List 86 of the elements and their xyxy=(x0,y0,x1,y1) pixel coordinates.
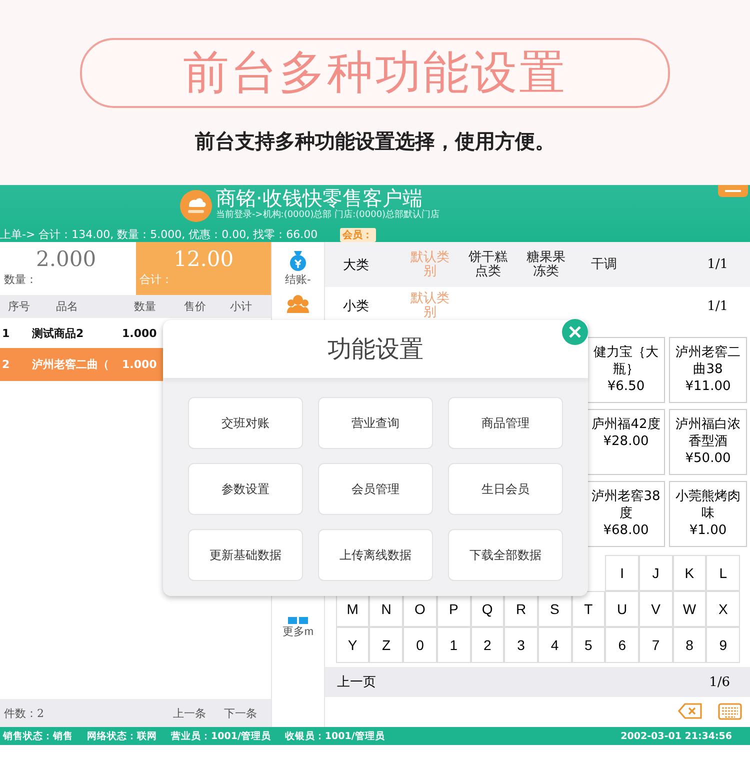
keyboard-key[interactable]: Y xyxy=(336,627,370,663)
next-link[interactable]: 下一条 xyxy=(224,706,257,720)
keyboard-key[interactable]: 6 xyxy=(605,627,639,663)
column-header: 数量 xyxy=(134,299,157,314)
app-title: 商铭·收钱快零售客户端 xyxy=(216,186,422,210)
page-indicator: 1/6 xyxy=(709,674,730,690)
last-order-summary: 上单-> 合计：134.00, 数量：5.000, 优惠：0.00, 找零：66.00 xyxy=(0,227,318,242)
minimize-icon xyxy=(725,190,741,192)
keyboard-icon xyxy=(718,702,742,720)
banner-subtitle: 前台支持多种功能设置选择，使用方便。 xyxy=(195,128,555,155)
function-button[interactable]: 生日会员 xyxy=(448,463,563,515)
keyboard-key[interactable]: T xyxy=(572,591,606,627)
category-item[interactable]: 饼干糕点类 xyxy=(459,250,517,278)
status-item: 收银员：1001/管理员 xyxy=(284,730,385,742)
keyboard-key[interactable]: Z xyxy=(369,627,404,663)
item-count: 件数：2 xyxy=(4,706,44,720)
total-value: 12.00 xyxy=(172,246,235,272)
backspace-icon xyxy=(678,703,702,719)
keyboard-key[interactable]: X xyxy=(706,591,740,627)
banner-title: 前台多种功能设置 xyxy=(183,44,567,101)
function-button[interactable]: 更新基础数据 xyxy=(188,529,303,581)
keyboard-key[interactable]: 1 xyxy=(436,627,470,663)
keyboard-key[interactable]: 3 xyxy=(504,627,538,663)
dialog-title: 功能设置 xyxy=(328,334,424,365)
login-info: 当前登录->机构:(0000)总部 门店:(0000)总部默认门店 xyxy=(216,210,440,221)
product-card[interactable]: 健力宝｛大瓶｝ ¥6.50 xyxy=(587,337,665,403)
column-header: 售价 xyxy=(184,299,207,314)
close-icon xyxy=(569,326,581,338)
more-button[interactable]: 更多m xyxy=(282,611,314,639)
keyboard-key[interactable]: U xyxy=(605,591,639,627)
page-indicator: 1/1 xyxy=(707,257,728,272)
keyboard-key[interactable]: 2 xyxy=(470,627,504,663)
status-item: 销售状态：销售 xyxy=(3,730,73,742)
category-item[interactable]: 糖果果冻类 xyxy=(517,250,575,278)
keyboard-key[interactable]: V xyxy=(638,591,673,627)
keyboard-key[interactable]: 8 xyxy=(672,627,706,663)
keyboard-key[interactable]: W xyxy=(672,591,706,627)
keyboard-key[interactable]: L xyxy=(706,555,740,591)
table-cell-text: 1.000 xyxy=(122,358,158,371)
keyboard-button[interactable] xyxy=(718,702,742,720)
keyboard-key[interactable]: 5 xyxy=(572,627,606,663)
checkout-button[interactable]: 结账- xyxy=(285,242,311,287)
quantity-value: 2.000 xyxy=(35,246,98,272)
product-card[interactable]: 庐州福42度 ¥28.00 xyxy=(587,409,665,475)
product-card[interactable]: 小莞熊烤肉味 ¥1.00 xyxy=(669,481,747,547)
table-cell-text: 1 xyxy=(2,326,11,340)
previous-page-link[interactable]: 上一页 xyxy=(337,673,376,691)
product-card[interactable]: 泸州老窖38度 ¥68.00 xyxy=(587,481,665,547)
product-card[interactable]: 泸州老窖二曲38 ¥11.00 xyxy=(669,337,747,403)
logo-icon xyxy=(180,190,212,222)
category-label: 小类 xyxy=(343,298,370,315)
function-button[interactable]: 参数设置 xyxy=(188,463,303,515)
category-item[interactable]: 干调 xyxy=(575,258,633,272)
category-label: 大类 xyxy=(343,256,370,274)
page-indicator: 1/1 xyxy=(707,298,728,314)
people-icon xyxy=(287,293,309,313)
function-button[interactable]: 上传离线数据 xyxy=(318,529,433,581)
previous-link[interactable]: 上一条 xyxy=(173,706,206,720)
keyboard-key[interactable]: 4 xyxy=(538,627,572,663)
status-item: 网络状态：联网 xyxy=(87,730,157,742)
keyboard-key[interactable]: 0 xyxy=(403,627,437,663)
quantity-label: 数量： xyxy=(4,272,38,287)
function-button[interactable]: 营业查询 xyxy=(318,397,433,449)
keyboard-key[interactable]: K xyxy=(672,555,706,591)
column-header: 小计 xyxy=(230,299,253,314)
keyboard-key[interactable]: 7 xyxy=(638,627,673,663)
keyboard-key[interactable]: I xyxy=(605,555,639,591)
keyboard-key[interactable]: J xyxy=(638,555,673,591)
column-header: 品名 xyxy=(56,299,79,314)
function-button[interactable]: 商品管理 xyxy=(448,397,563,449)
minimize-button[interactable] xyxy=(718,185,748,197)
status-time: 2002-03-01 21:34:56 xyxy=(620,730,732,742)
total-label: 合计： xyxy=(140,272,174,287)
table-cell-text: 2 xyxy=(2,358,11,371)
function-button[interactable]: 会员管理 xyxy=(318,463,433,515)
keyboard-key[interactable]: 9 xyxy=(706,627,740,663)
table-cell-text: 1.000 xyxy=(122,326,158,340)
windows-icon xyxy=(288,617,308,624)
status-item: 营业员：1001/管理员 xyxy=(171,730,271,742)
table-cell-text: 泸州老窖二曲（ xyxy=(32,357,110,372)
backspace-button[interactable] xyxy=(678,703,702,719)
table-cell-text: 测试商品2 xyxy=(32,326,85,340)
function-button[interactable]: 下载全部数据 xyxy=(448,529,563,581)
function-button[interactable]: 交班对账 xyxy=(188,397,303,449)
column-header: 序号 xyxy=(8,299,31,314)
product-card[interactable]: 泸州福白浓香型酒 ¥50.00 xyxy=(669,409,747,475)
